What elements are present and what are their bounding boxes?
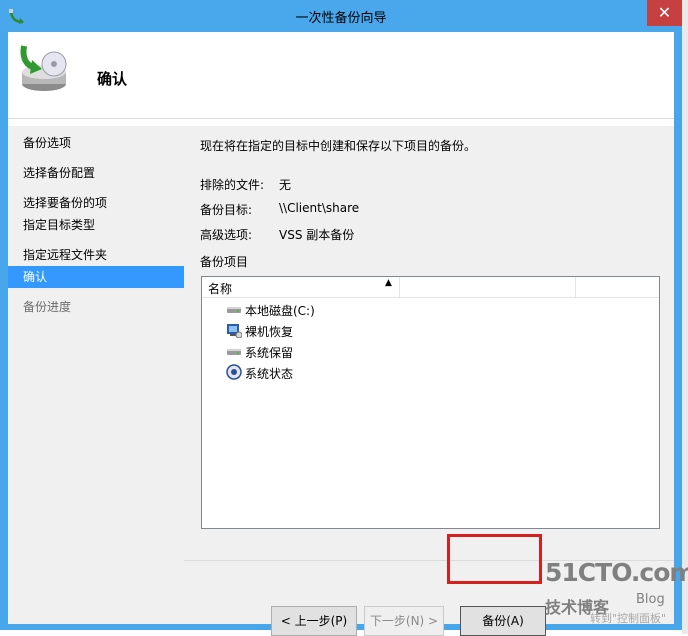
system-state-icon [226, 364, 242, 380]
backup-disk-icon [20, 45, 67, 91]
backup-items-label: 备份项目 [200, 255, 249, 269]
step-backup-options[interactable]: 备份选项 [8, 132, 184, 154]
backup-items-list[interactable]: 名称 ▲ 本地磁盘(C:) 裸机恢复 系统保留 系统状态 [201, 276, 660, 529]
next-button: 下一步(N) > [364, 606, 444, 636]
wizard-window: 一次性备份向导 ✕ 确认 备份选项 选择备份配置 选择要备份的项 指定目标类型 … [0, 0, 682, 636]
step-remote-folder[interactable]: 指定远程文件夹 [8, 244, 184, 266]
bare-metal-icon [227, 324, 242, 338]
excluded-files-value: 无 [279, 178, 292, 192]
window-title: 一次性备份向导 [295, 11, 387, 26]
list-item-label: 本地磁盘(C:) [245, 304, 315, 318]
back-button[interactable]: < 上一步(P) [271, 606, 357, 636]
step-backup-progress: 备份进度 [23, 300, 72, 314]
wizard-steps-sidebar: 备份选项 选择备份配置 选择要备份的项 指定目标类型 指定远程文件夹 确认 备份… [8, 126, 184, 624]
title-bar[interactable]: 一次性备份向导 ✕ [0, 0, 682, 32]
wizard-client: 确认 备份选项 选择备份配置 选择要备份的项 指定目标类型 指定远程文件夹 确认… [8, 32, 674, 636]
highlight-box [447, 534, 542, 584]
step-select-items[interactable]: 选择要备份的项 指定目标类型 [8, 192, 184, 232]
advanced-options-label: 高级选项: [200, 228, 253, 242]
window-edge [682, 0, 688, 634]
excluded-files-label: 排除的文件: [200, 178, 265, 192]
watermark-activate: 转到"控制面板" [590, 612, 667, 625]
wizard-content: 现在将在指定的目标中创建和保存以下项目的备份。 排除的文件: 无 备份目标: \… [184, 126, 674, 636]
backup-target-value: \\Client\share [279, 201, 360, 215]
step-backup-config[interactable]: 选择备份配置 [8, 162, 184, 184]
intro-text: 现在将在指定的目标中创建和保存以下项目的备份。 [200, 139, 477, 153]
disk-icon [227, 349, 241, 355]
list-item-label: 裸机恢复 [245, 325, 294, 339]
step-select-items-label: 选择要备份的项 [23, 196, 108, 210]
advanced-options-value: VSS 副本备份 [279, 228, 355, 242]
sort-ascending-icon: ▲ [385, 278, 392, 288]
backup-target-label: 备份目标: [200, 203, 253, 217]
column-divider[interactable] [399, 277, 400, 297]
watermark-blog-en: Blog [636, 592, 665, 607]
page-title: 确认 [97, 70, 128, 88]
list-item-label: 系统状态 [245, 367, 294, 381]
close-button[interactable]: ✕ [647, 0, 682, 26]
column-divider[interactable] [575, 277, 576, 297]
backup-button[interactable]: 备份(A) [460, 606, 546, 636]
step-confirm[interactable]: 确认 [8, 266, 184, 288]
step-target-type-label: 指定目标类型 [23, 218, 96, 232]
list-item-label: 系统保留 [245, 346, 294, 360]
wizard-header: 确认 [8, 32, 674, 119]
list-header: 名称 ▲ [202, 277, 659, 298]
watermark-site: 51CTO.com [545, 558, 688, 587]
disk-icon [227, 307, 241, 313]
column-header-name[interactable]: 名称 [208, 280, 232, 297]
